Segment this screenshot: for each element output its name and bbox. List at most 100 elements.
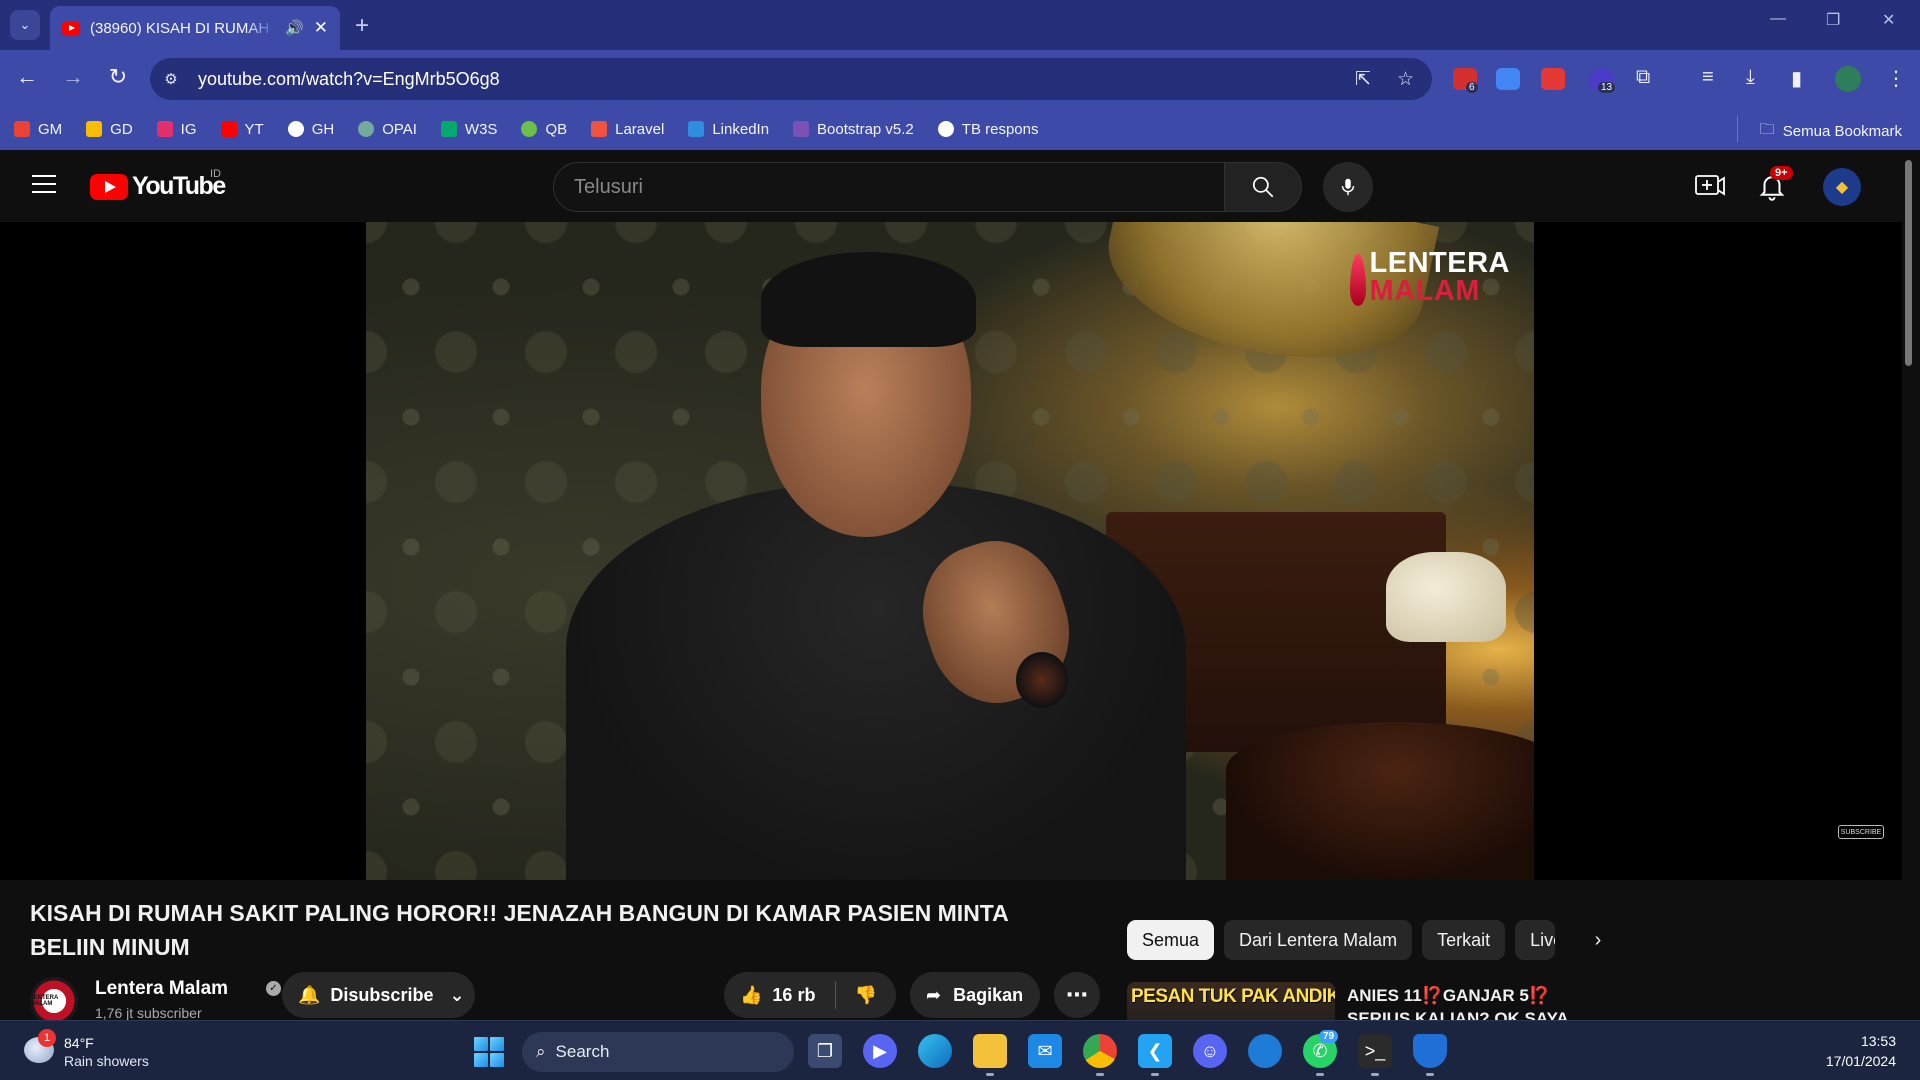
bell-icon: 🔔 — [298, 984, 321, 1005]
vscode-icon[interactable]: ❮ — [1138, 1034, 1172, 1068]
bookmark-w3s[interactable]: W3S — [440, 121, 497, 138]
bookmark-star-icon[interactable]: ☆ — [1397, 68, 1414, 91]
edge-icon[interactable] — [918, 1034, 952, 1068]
tab-title: (38960) KISAH DI RUMAH SAKIT PALING HORO… — [90, 19, 275, 37]
mail-icon[interactable]: ✉ — [1028, 1034, 1062, 1068]
instagram-icon — [156, 121, 173, 137]
profile-avatar-icon[interactable] — [1835, 66, 1861, 92]
like-icon[interactable]: 👍 — [740, 985, 762, 1006]
terminal-icon[interactable]: >_ — [1358, 1034, 1392, 1068]
system-clock[interactable]: 13:53 17/01/2024 — [1826, 1031, 1896, 1071]
weather-alert-badge: 1 — [38, 1029, 56, 1047]
page-scrollbar[interactable] — [1902, 154, 1914, 1020]
chip-all[interactable]: Semua — [1127, 920, 1215, 960]
more-actions-button[interactable]: ⋯ — [1054, 972, 1100, 1018]
weather-widget[interactable]: 1 84°F Rain showers — [20, 1029, 180, 1073]
speaker-icon[interactable]: 🔊 — [285, 19, 304, 37]
search-button[interactable] — [1224, 162, 1302, 212]
bookmark-gm[interactable]: GM — [14, 121, 62, 138]
chevron-right-icon[interactable]: › — [1578, 920, 1618, 960]
restore-icon[interactable]: ❐ — [1826, 10, 1840, 30]
bookmark-qb[interactable]: QB — [521, 121, 567, 138]
open-in-app-icon[interactable]: ⇱ — [1355, 68, 1371, 91]
bookmark-gh[interactable]: GH — [287, 121, 334, 138]
bookmark-ig[interactable]: IG — [156, 121, 197, 138]
bookmark-gd[interactable]: GD — [86, 121, 133, 138]
whatsapp-badge: 79 — [1319, 1030, 1339, 1043]
bookmarks-bar: GM GD IG YT GH OPAI W3S QB Laravel Linke… — [0, 108, 1920, 150]
channel-watermark-logo: LENTERA MALAM — [1349, 249, 1510, 306]
scrollbar-thumb[interactable] — [1905, 160, 1912, 366]
youtube-page: YouTube ID 9+ ◆ — [0, 150, 1920, 1020]
bookmark-linkedin[interactable]: LinkedIn — [688, 121, 769, 138]
chip-live[interactable]: Live — [1515, 920, 1556, 960]
dislike-icon[interactable]: 👎 — [854, 985, 876, 1006]
voice-search-button[interactable] — [1323, 162, 1373, 212]
channel-avatar[interactable]: LENTERA MALAM — [30, 977, 78, 1020]
taskbar-search[interactable]: ⌕ Search — [522, 1032, 794, 1072]
github-icon — [287, 121, 304, 137]
security-shield-icon[interactable] — [1413, 1034, 1447, 1068]
channel-name[interactable]: Lentera Malam — [95, 978, 228, 1000]
video-player[interactable]: LENTERA MALAM SUBSCRIBE — [0, 222, 1902, 880]
video-frame[interactable]: LENTERA MALAM — [366, 222, 1534, 880]
create-video-icon[interactable] — [1695, 173, 1725, 199]
file-explorer-icon[interactable] — [973, 1034, 1007, 1068]
chip-from-channel[interactable]: Dari Lentera Malam — [1224, 920, 1413, 960]
bookmarks-divider — [1737, 116, 1738, 142]
whatsapp-running-indicator — [1316, 1073, 1324, 1076]
close-window-icon[interactable]: ✕ — [1882, 10, 1895, 30]
gmail-icon — [14, 121, 30, 137]
back-icon[interactable]: ← — [12, 64, 42, 90]
like-count[interactable]: 16 rb — [772, 985, 815, 1006]
mendeley-extension-icon[interactable] — [1541, 68, 1565, 90]
guide-menu-icon[interactable] — [32, 175, 56, 193]
address-bar[interactable]: ⚙ youtube.com/watch?v=EngMrb5O6g8 ⇱ ☆ — [150, 58, 1432, 100]
all-bookmarks-button[interactable]: 🗀 Semua Bookmark — [1760, 119, 1902, 144]
media-control-icon[interactable]: ≡ — [1702, 66, 1714, 89]
site-info-icon[interactable]: ⚙ — [158, 66, 184, 92]
country-code: ID — [210, 168, 221, 180]
bookmark-opai[interactable]: OPAI — [358, 121, 417, 138]
recommended-video-thumbnail[interactable]: PESAN TUK PAK ANDIKA !! — [1127, 982, 1335, 1020]
security-running-indicator — [1426, 1073, 1434, 1076]
active-tab[interactable]: (38960) KISAH DI RUMAH SAKIT PALING HORO… — [50, 6, 340, 50]
chrome-running-indicator — [1096, 1073, 1104, 1076]
side-panel-icon[interactable]: ▮ — [1791, 66, 1802, 91]
bookmark-bootstrap[interactable]: Bootstrap v5.2 — [793, 121, 914, 138]
tab-search-button[interactable]: ⌄ — [10, 10, 40, 40]
url-text[interactable]: youtube.com/watch?v=EngMrb5O6g8 — [198, 69, 500, 90]
account-avatar[interactable]: ◆ — [1823, 168, 1861, 206]
translate-extension-icon[interactable] — [1496, 68, 1520, 90]
search-icon: ⌕ — [536, 1042, 546, 1061]
new-tab-button[interactable]: + — [355, 12, 369, 40]
minimize-icon[interactable]: — — [1770, 10, 1786, 28]
bookmark-laravel[interactable]: Laravel — [591, 121, 664, 138]
bookmark-yt[interactable]: YT — [220, 121, 264, 138]
share-arrow-icon: ➦ — [926, 984, 942, 1005]
task-view-icon[interactable]: ❐ — [808, 1034, 842, 1068]
forward-icon[interactable]: → — [58, 64, 88, 90]
search-input[interactable] — [574, 175, 1174, 199]
start-windows-icon[interactable] — [474, 1037, 504, 1067]
vscode-running-indicator — [1151, 1073, 1159, 1076]
video-title: KISAH DI RUMAH SAKIT PALING HOROR!! JENA… — [30, 900, 1008, 960]
chip-related[interactable]: Terkait — [1422, 920, 1506, 960]
extensions-puzzle-icon[interactable]: ⧉ — [1636, 66, 1650, 89]
download-icon[interactable]: ⤓ — [1746, 66, 1755, 89]
share-button[interactable]: ➦ Bagikan — [910, 972, 1040, 1018]
menu-kebab-icon[interactable]: ⋮ — [1886, 66, 1906, 91]
verified-check-icon: ✓ — [266, 981, 281, 996]
discord-icon[interactable]: ☺ — [1193, 1034, 1227, 1068]
chrome-icon[interactable] — [1083, 1034, 1117, 1068]
bookmark-tb-respons[interactable]: TB respons — [937, 121, 1038, 138]
meet-icon[interactable]: ▶ — [863, 1034, 897, 1068]
recommended-video-title[interactable]: ANIES 11⁉️GANJAR 5⁉️SERIUS KALIAN? OK SA… — [1347, 984, 1597, 1020]
youtube-logo[interactable]: YouTube — [90, 172, 226, 201]
app-circle-icon[interactable] — [1248, 1034, 1282, 1068]
subscribe-watermark[interactable]: SUBSCRIBE — [1838, 825, 1884, 839]
explorer-running-indicator — [986, 1073, 994, 1076]
subscribe-button[interactable]: 🔔 Disubscribe ⌄ — [282, 972, 475, 1018]
reload-icon[interactable]: ↻ — [103, 64, 133, 90]
close-tab-icon[interactable]: ✕ — [314, 18, 328, 38]
